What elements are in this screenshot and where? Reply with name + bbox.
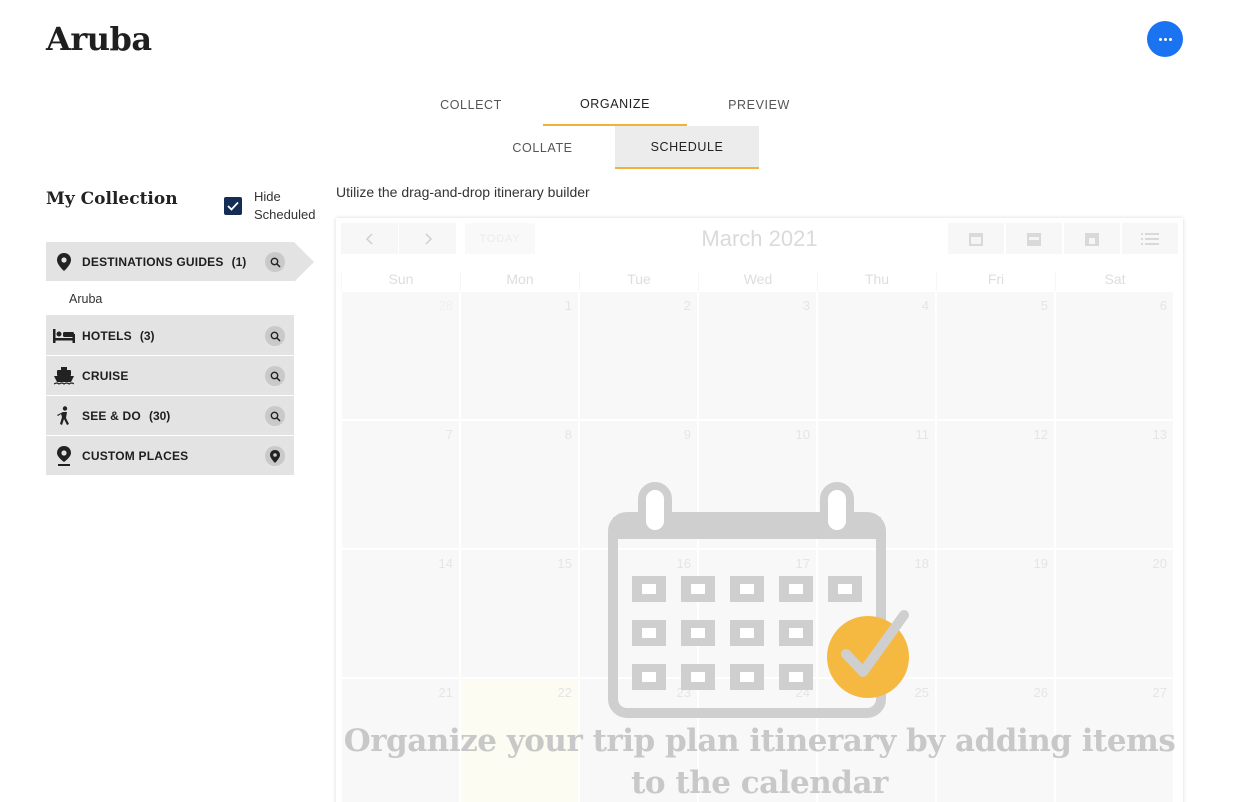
calendar-day-number: 6 [1159,298,1167,313]
more-horiz-icon [1158,37,1162,41]
main-tabs: COLLECT ORGANIZE PREVIEW [0,84,1245,126]
map-pin-icon [52,445,76,466]
calendar-day-number: 8 [564,427,572,442]
calendar-day-cell[interactable]: 1 [460,291,579,420]
category-see-and-do[interactable]: SEE & DO (30) [46,396,294,436]
month-view-button[interactable] [948,223,1005,254]
tab-preview[interactable]: PREVIEW [688,84,830,126]
calendar-day-cell[interactable]: 2 [579,291,698,420]
calendar-day-cell[interactable]: 19 [936,549,1055,678]
calendar-day-number: 27 [1152,685,1167,700]
calendar-day-number: 12 [1033,427,1048,442]
search-icon[interactable] [265,252,285,272]
calendar-day-cell[interactable]: 6 [1055,291,1174,420]
day-view-icon [1085,232,1099,246]
calendar-day-number: 28 [438,298,453,313]
calendar-day-number: 4 [921,298,929,313]
calendar-day-number: 26 [1033,685,1048,700]
weekday-header: Fri [936,271,1055,291]
tab-collect[interactable]: COLLECT [400,84,542,126]
calendar-day-number: 7 [445,427,453,442]
calendar-day-number: 20 [1152,556,1167,571]
hide-scheduled-label[interactable]: Hide Scheduled [254,188,315,224]
calendar-day-number: 15 [557,556,572,571]
weekday-header: Sat [1055,271,1174,291]
bed-icon [52,328,76,343]
schedule-hint: Utilize the drag-and-drop itinerary buil… [336,184,590,200]
month-view-icon [969,232,983,246]
day-view-button[interactable] [1064,223,1121,254]
walking-person-icon [52,405,76,426]
collection-sidebar: DESTINATIONS GUIDES (1) Aruba HOTELS (3)… [46,242,314,476]
calendar-day-number: 3 [802,298,810,313]
calendar-day-number: 13 [1152,427,1167,442]
page-title: Aruba [46,20,152,58]
category-cruise[interactable]: CRUISE [46,356,294,396]
calendar-day-cell[interactable]: 13 [1055,420,1174,549]
calendar-day-cell[interactable]: 15 [460,549,579,678]
list-view-icon [1141,232,1159,245]
category-destinations-guides[interactable]: DESTINATIONS GUIDES (1) [46,242,314,282]
calendar-day-number: 10 [795,427,810,442]
calendar-day-number: 9 [683,427,691,442]
search-icon[interactable] [265,366,285,386]
search-icon[interactable] [265,406,285,426]
tab-organize[interactable]: ORGANIZE [543,84,687,126]
more-options-button[interactable] [1147,21,1183,57]
calendar-day-number: 14 [438,556,453,571]
empty-state-message: Organize your trip plan itinerary by add… [343,723,1176,801]
weekday-header: Wed [698,271,817,291]
category-custom-places[interactable]: CUSTOM PLACES [46,436,294,476]
weekday-header: Mon [460,271,579,291]
calendar-day-cell[interactable]: 20 [1055,549,1174,678]
calendar-day-cell[interactable]: 5 [936,291,1055,420]
calendar-day-number: 1 [564,298,572,313]
checkmark-icon [227,201,239,211]
calendar-day-number: 18 [914,556,929,571]
calendar-day-cell[interactable]: 8 [460,420,579,549]
calendar-day-number: 21 [438,685,453,700]
calendar-day-cell[interactable]: 7 [341,420,460,549]
calendar-day-number: 11 [915,427,930,442]
calendar-day-number: 2 [683,298,691,313]
ship-icon [52,366,76,385]
list-view-button[interactable] [1122,223,1179,254]
add-location-icon[interactable] [265,446,285,466]
calendar-day-number: 5 [1040,298,1048,313]
calendar-day-cell[interactable]: 4 [817,291,936,420]
weekday-header: Tue [579,271,698,291]
weekday-header: Thu [817,271,936,291]
calendar-day-cell[interactable]: 14 [341,549,460,678]
calendar-check-icon [608,482,910,725]
calendar-day-cell[interactable]: 28 [341,291,460,420]
calendar-day-cell[interactable]: 3 [698,291,817,420]
week-view-button[interactable] [1006,223,1063,254]
week-view-icon [1027,232,1041,246]
calendar-day-number: 22 [557,685,572,700]
collection-title: My Collection [46,189,178,209]
weekday-header: Sun [341,271,460,291]
list-item-aruba[interactable]: Aruba [46,282,294,316]
subtab-collate[interactable]: COLLATE [471,126,614,169]
category-hotels[interactable]: HOTELS (3) [46,316,294,356]
map-pin-icon [52,252,76,271]
calendar-day-number: 25 [914,685,929,700]
search-icon[interactable] [265,326,285,346]
subtab-schedule[interactable]: SCHEDULE [615,126,759,169]
hide-scheduled-checkbox[interactable] [224,197,242,215]
calendar-day-cell[interactable]: 12 [936,420,1055,549]
calendar-day-number: 19 [1033,556,1048,571]
